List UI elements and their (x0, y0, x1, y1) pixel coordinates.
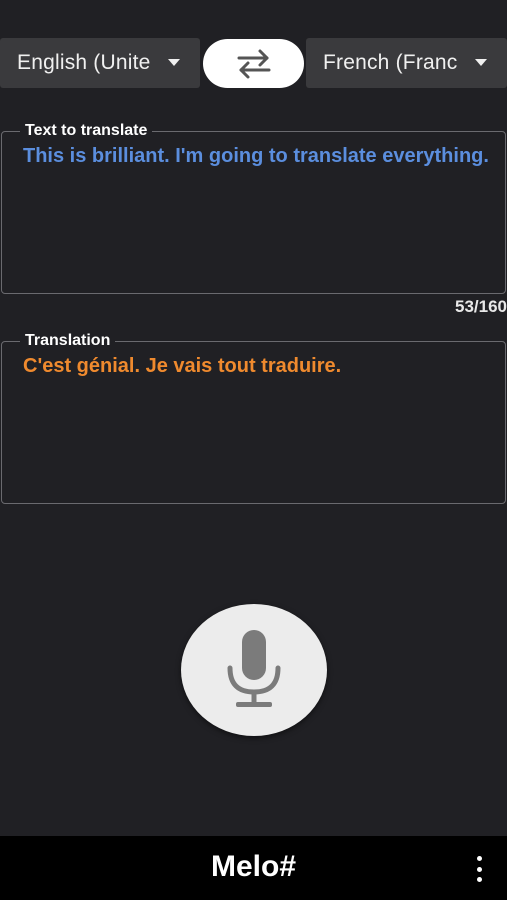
menu-dot (476, 856, 482, 861)
microphone-icon (227, 630, 281, 707)
app-title: Melo# (210, 850, 297, 883)
menu-dot (476, 866, 482, 872)
bottom-app-bar: Melo# (0, 836, 507, 900)
menu-dot (476, 877, 482, 882)
source-language-dropdown[interactable]: English (Unite (0, 38, 200, 88)
microphone-button[interactable] (181, 604, 327, 736)
translation-output[interactable]: C'est génial. Je vais tout traduire. (23, 352, 489, 380)
dropdown-caret-icon (475, 59, 487, 66)
swap-arrows-icon (237, 49, 270, 78)
dropdown-caret-icon (168, 59, 180, 66)
source-field-label: Text to translate (25, 122, 148, 139)
character-counter: 53/160 (455, 297, 507, 316)
swap-languages-button[interactable] (203, 39, 304, 88)
more-vert-icon[interactable] (473, 856, 485, 882)
source-language-label: English (Unite (17, 51, 151, 74)
target-language-dropdown[interactable]: French (Franc (306, 38, 507, 88)
translation-field[interactable]: Translation C'est génial. Je vais tout t… (1, 332, 506, 504)
source-text-field[interactable]: Text to translate This is brilliant. I'm… (1, 122, 506, 294)
source-text-input[interactable]: This is brilliant. I'm going to translat… (23, 142, 489, 170)
translation-field-label: Translation (25, 332, 111, 349)
target-language-label: French (Franc (323, 51, 458, 74)
language-bar: English (Unite French (Franc (0, 38, 507, 90)
